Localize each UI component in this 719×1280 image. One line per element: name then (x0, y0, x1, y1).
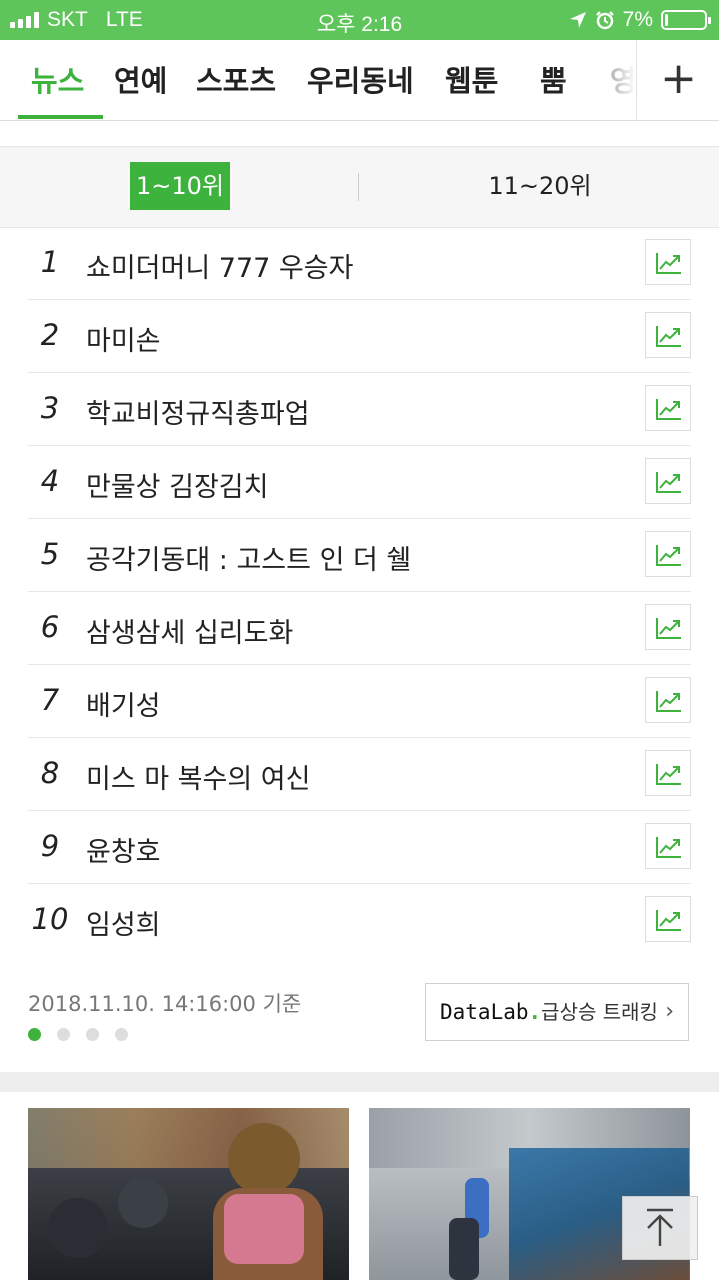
location-icon (569, 12, 586, 28)
range-tab-11-20[interactable]: 11~20위 (440, 162, 640, 210)
tabs-fade (560, 40, 636, 120)
ranking-keyword[interactable]: 미스 마 복수의 여신 (86, 757, 310, 796)
section-tabs: 뉴스 연예 스포츠 우리동네 웹툰 뿜 영 (0, 40, 636, 120)
status-bar: SKT LTE 오후 2:16 7% (0, 0, 719, 40)
tab-local[interactable]: 우리동네 (307, 58, 414, 100)
ranking-keyword[interactable]: 삼생삼세 십리도화 (86, 611, 293, 650)
page-dot[interactable] (115, 1028, 128, 1041)
trend-chart-icon[interactable] (645, 312, 691, 358)
rank-number: 10 (31, 902, 69, 936)
ranking-row[interactable]: 8 미스 마 복수의 여신 (28, 738, 691, 811)
tab-news[interactable]: 뉴스 (31, 58, 84, 100)
page-indicator (28, 1028, 128, 1041)
datalab-logo: DataLab. (440, 1000, 542, 1024)
ranking-keyword[interactable]: 임성희 (86, 903, 161, 942)
rank-number: 4 (40, 464, 60, 498)
ranking-row[interactable]: 6 삼생삼세 십리도화 (28, 592, 691, 665)
trend-chart-icon[interactable] (645, 239, 691, 285)
section-divider (0, 1072, 719, 1092)
ranking-keyword[interactable]: 공각기동대 : 고스트 인 더 쉘 (86, 538, 411, 577)
datalab-trending-button[interactable]: DataLab.급상승 트래킹 › (425, 983, 689, 1041)
ranking-row[interactable]: 4 만물상 김장김치 (28, 446, 691, 519)
chevron-right-icon: › (665, 999, 674, 1024)
trend-chart-icon[interactable] (645, 385, 691, 431)
tab-sports[interactable]: 스포츠 (196, 58, 276, 100)
tab-webtoon[interactable]: 웹툰 (445, 58, 498, 100)
arrow-up-icon (647, 1208, 673, 1246)
ranking-row[interactable]: 10 임성희 (28, 884, 691, 956)
rank-number: 6 (40, 610, 60, 644)
ranking-row[interactable]: 2 마미손 (28, 300, 691, 373)
section-nav: 뉴스 연예 스포츠 우리동네 웹툰 뿜 영 + (0, 40, 719, 121)
battery-icon (661, 10, 711, 30)
ranking-keyword[interactable]: 쇼미더머니 777 우승자 (86, 246, 353, 285)
ranking-range-tabs: 1~10위 11~20위 (0, 146, 719, 228)
trend-chart-icon[interactable] (645, 458, 691, 504)
datalab-label: 급상승 트래킹 (541, 1000, 658, 1024)
rank-number: 5 (40, 537, 60, 571)
ranking-keyword[interactable]: 학교비정규직총파업 (86, 392, 310, 431)
trend-chart-icon[interactable] (645, 896, 691, 942)
page-dot[interactable] (86, 1028, 99, 1041)
ranking-timestamp: 2018.11.10. 14:16:00 기준 (28, 992, 302, 1016)
rank-number: 2 (40, 318, 60, 352)
ranking-list: 1 쇼미더머니 777 우승자 2 마미손 3 학교비정규직총파업 4 만물상 … (28, 227, 691, 956)
add-tab-button[interactable]: + (636, 40, 719, 120)
trend-chart-icon[interactable] (645, 677, 691, 723)
page-dot[interactable] (28, 1028, 41, 1041)
battery-percent: 7% (622, 8, 653, 31)
rank-number: 9 (40, 829, 60, 863)
ranking-row[interactable]: 3 학교비정규직총파업 (28, 373, 691, 446)
ranking-keyword[interactable]: 만물상 김장김치 (86, 465, 268, 504)
ranking-keyword[interactable]: 윤창호 (86, 830, 161, 869)
trend-chart-icon[interactable] (645, 531, 691, 577)
alarm-icon (595, 11, 614, 30)
rank-number: 8 (40, 756, 60, 790)
rank-number: 3 (40, 391, 60, 425)
trend-chart-icon[interactable] (645, 750, 691, 796)
trend-chart-icon[interactable] (645, 823, 691, 869)
trend-chart-icon[interactable] (645, 604, 691, 650)
scroll-to-top-button[interactable] (622, 1196, 698, 1260)
news-photo-thumbnail[interactable] (28, 1108, 349, 1280)
ranking-keyword[interactable]: 마미손 (86, 319, 161, 358)
tab-entertainment[interactable]: 연예 (114, 58, 167, 100)
range-divider (358, 173, 359, 201)
ranking-row[interactable]: 7 배기성 (28, 665, 691, 738)
range-tab-1-10[interactable]: 1~10위 (130, 162, 230, 210)
ranking-keyword[interactable]: 배기성 (86, 684, 161, 723)
ranking-row[interactable]: 1 쇼미더머니 777 우승자 (28, 227, 691, 300)
ranking-row[interactable]: 5 공각기동대 : 고스트 인 더 쉘 (28, 519, 691, 592)
active-tab-indicator (18, 115, 103, 119)
ranking-row[interactable]: 9 윤창호 (28, 811, 691, 884)
page-dot[interactable] (57, 1028, 70, 1041)
rank-number: 7 (40, 683, 60, 717)
rank-number: 1 (40, 245, 60, 279)
